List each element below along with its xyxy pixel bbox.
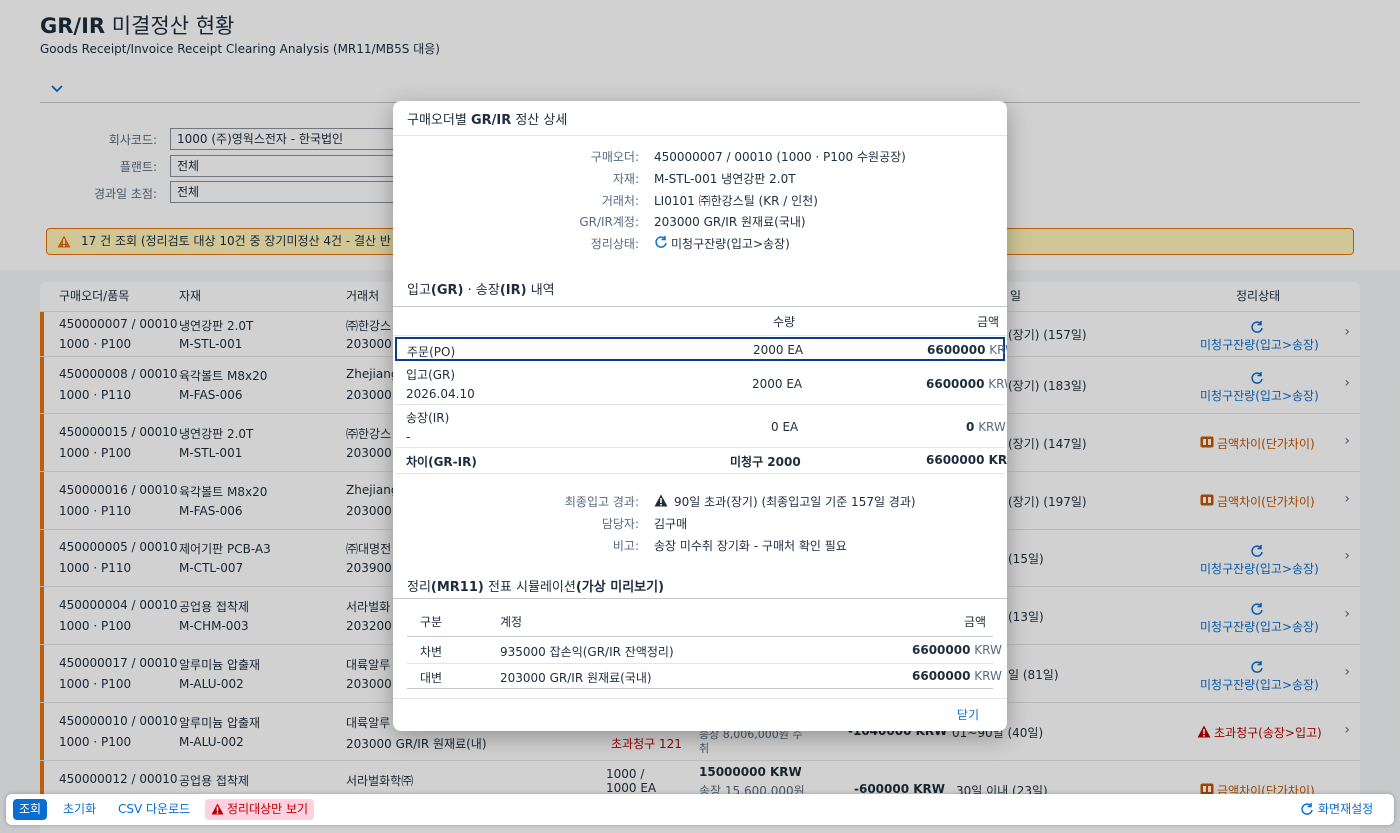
grir-row-diff: 차이(GR-IR) 미청구 2000 6600000 KRW xyxy=(395,448,1007,474)
warning-icon xyxy=(654,494,668,507)
grir-detail-dialog: 구매오더별 GR/IR 정산 상세 구매오더: 450000007 / 0001… xyxy=(393,101,1007,731)
grir-row-po[interactable]: 주문(PO) 2000 EA 6600000 KRW xyxy=(395,337,1007,361)
grir-account-label: GR/IR계정: xyxy=(579,215,639,229)
sim-debit-type[interactable]: 차변 xyxy=(420,643,442,660)
dialog-footer-divider xyxy=(393,698,1007,699)
refresh-icon xyxy=(1301,803,1313,815)
grir-account-value: 203000 GR/IR 원재료(국내) xyxy=(654,215,806,229)
layout-reset-button[interactable]: 화면재설정 xyxy=(1296,799,1379,820)
header-divider xyxy=(393,335,1007,336)
vendor-label: 거래처: xyxy=(601,194,639,208)
owner-label: 담당자: xyxy=(601,517,639,531)
section-divider xyxy=(393,598,1007,599)
row-date: - xyxy=(406,430,411,444)
amount-header: 금액 xyxy=(977,315,1000,329)
footer-toolbar: 조회 초기화 CSV 다운로드 정리대상만 보기 화면재설정 xyxy=(6,794,1394,825)
owner-value: 김구매 xyxy=(654,517,688,531)
only-target-toggle[interactable]: 정리대상만 보기 xyxy=(205,799,315,820)
grir-row-gr[interactable]: 입고(GR) 2026.04.10 2000 EA 6600000 KRW xyxy=(395,362,1007,405)
row-label: 입고(GR) xyxy=(406,368,456,382)
row-qty: 2000 EA xyxy=(752,377,803,391)
note-value: 송장 미수취 장기화 - 구매처 확인 필요 xyxy=(654,539,847,553)
reset-button[interactable]: 초기화 xyxy=(57,799,102,820)
layout-reset-label: 화면재설정 xyxy=(1318,802,1374,816)
sim-credit-account: 203000 GR/IR 원재료(국내) xyxy=(500,671,652,685)
row-label: 송장(IR) xyxy=(406,411,450,425)
sim-debit-amount: 6600000 KRW xyxy=(912,643,1002,657)
sim-row-divider xyxy=(407,663,993,664)
qty-header: 수량 xyxy=(773,315,796,329)
diff-qty: 미청구 2000 xyxy=(730,455,801,469)
dialog-title-divider xyxy=(393,135,1007,136)
sim-account-header: 계정 xyxy=(500,615,523,629)
clearing-status-label: 정리상태: xyxy=(590,237,639,251)
grir-row-ir[interactable]: 송장(IR) - 0 EA 0 KRW xyxy=(395,405,1006,448)
row-amount: 6600000 KRW xyxy=(927,343,1007,357)
diff-amount: 6600000 KRW xyxy=(926,453,1007,467)
po-label: 구매오더: xyxy=(590,150,639,164)
sim-credit-type: 대변 xyxy=(420,671,443,685)
only-target-label: 정리대상만 보기 xyxy=(227,802,309,816)
refresh-icon xyxy=(655,236,667,248)
vendor-value: LI0101 ㈜한강스틸 (KR / 인천) xyxy=(654,194,818,208)
sim-table-bottom xyxy=(407,688,993,689)
row-amount: 0 KRW xyxy=(966,420,1006,434)
dialog-title: 구매오더별 GR/IR 정산 상세 xyxy=(407,113,568,128)
sim-debit-account: 935000 잡손익(GR/IR 잔액정리) xyxy=(500,645,674,659)
sim-amount-header: 금액 xyxy=(964,615,987,629)
row-date: 2026.04.10 xyxy=(406,387,475,401)
last-gr-label: 최종입고 경과: xyxy=(564,495,639,509)
grir-history-section-title: 입고(GR) · 송장(IR) 내역 xyxy=(407,283,555,298)
warning-icon xyxy=(211,803,224,815)
material-label: 자재: xyxy=(612,172,639,186)
material-value: M-STL-001 냉연강판 2.0T xyxy=(654,172,796,186)
row-qty: 0 EA xyxy=(771,420,799,434)
sim-credit-amount: 6600000 KRW xyxy=(912,669,1002,683)
last-gr-value: 90일 초과(장기) (최종입고일 기준 157일 경과) xyxy=(674,495,916,509)
row-amount: 6600000 KRW xyxy=(926,377,1007,391)
row-qty: 2000 EA xyxy=(753,343,804,357)
sim-type-header: 구분 xyxy=(420,615,443,629)
row-label: 주문(PO) xyxy=(407,345,456,359)
po-value: 450000007 / 00010 (1000 · P100 수원공장) xyxy=(654,150,906,164)
sim-section-title: 정리(MR11) 전표 시뮬레이션(가상 미리보기) xyxy=(407,580,665,595)
search-button[interactable]: 조회 xyxy=(13,799,48,820)
note-label: 비고: xyxy=(612,539,639,553)
diff-label: 차이(GR-IR) xyxy=(406,455,477,469)
clearing-status-value[interactable]: 미청구잔량(입고>송장) xyxy=(671,235,790,252)
section-divider xyxy=(393,306,1007,307)
csv-download-button[interactable]: CSV 다운로드 xyxy=(112,799,196,820)
sim-header-divider xyxy=(407,636,993,637)
close-button[interactable]: 닫기 xyxy=(957,706,979,723)
